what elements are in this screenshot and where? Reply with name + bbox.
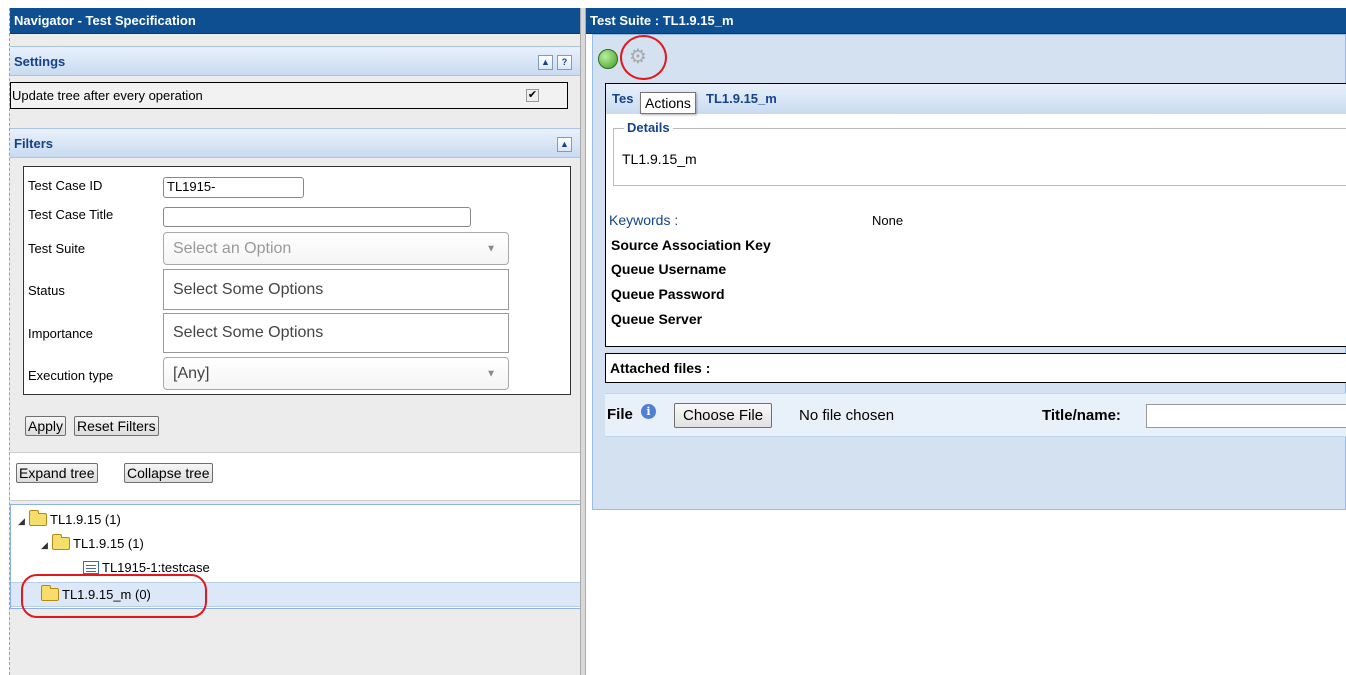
test-suite-value: Select an Option — [173, 240, 292, 257]
folder-icon — [52, 534, 70, 550]
queue-password-label: Queue Password — [611, 286, 725, 302]
settings-header[interactable]: Settings ▲ ? — [10, 46, 581, 76]
suite-header: Tes TL1.9.15_m — [606, 84, 1346, 114]
collapse-tree-button[interactable]: Collapse tree — [124, 463, 213, 483]
status-label: Status — [28, 283, 65, 298]
tree-node-label: TL1.9.15 (1) — [50, 512, 121, 527]
execution-type-label: Execution type — [28, 368, 114, 383]
actions-tooltip: Actions — [640, 92, 696, 114]
queue-server-label: Queue Server — [611, 311, 703, 327]
update-tree-checkbox[interactable]: ✔ — [526, 89, 539, 102]
dropdown-arrow-icon: ▼ — [486, 368, 496, 379]
test-case-title-label: Test Case Title — [28, 207, 114, 222]
highlight-annotation — [620, 35, 667, 80]
tree-node-label: TL1.9.15 (1) — [73, 536, 144, 551]
filters-heading: Filters — [14, 136, 54, 151]
tree-node-child-suite[interactable]: ◢ TL1.9.15 (1) — [41, 534, 144, 554]
test-suite-select[interactable]: Select an Option ▼ — [163, 232, 509, 265]
navigator-title: Navigator - Test Specification — [10, 8, 580, 34]
update-tree-label: Update tree after every operation — [12, 88, 203, 103]
execution-type-value: [Any] — [173, 365, 210, 382]
testcase-icon — [83, 561, 99, 574]
expanded-arrow-icon[interactable]: ◢ — [41, 536, 52, 554]
collapse-up-icon[interactable]: ▲ — [557, 137, 572, 152]
execution-type-select[interactable]: [Any] ▼ — [163, 357, 509, 390]
test-case-title-input[interactable] — [163, 207, 471, 227]
settings-heading: Settings — [14, 54, 66, 69]
help-icon[interactable]: ? — [557, 55, 572, 70]
source-association-key-label: Source Association Key — [611, 237, 771, 253]
suite-content: ⚙ Tes TL1.9.15_m Details TL1.9.15_m Keyw… — [592, 34, 1346, 510]
suite-title: Test Suite : TL1.9.15_m — [586, 8, 1346, 34]
importance-label: Importance — [28, 326, 94, 341]
suite-header-prefix: Tes — [612, 91, 634, 106]
queue-username-label: Queue Username — [611, 261, 727, 277]
title-name-input[interactable] — [1146, 404, 1346, 428]
title-name-label: Title/name: — [1042, 407, 1121, 424]
suite-header-name: TL1.9.15_m — [706, 91, 777, 106]
test-case-id-input[interactable]: TL1915- — [163, 177, 304, 198]
status-select[interactable]: Select Some Options — [163, 269, 509, 310]
test-suite-label: Test Suite — [28, 241, 86, 256]
keywords-label: Keywords : — [609, 212, 679, 228]
reset-filters-button[interactable]: Reset Filters — [74, 416, 159, 436]
details-fieldset: Details TL1.9.15_m — [613, 120, 1346, 186]
apply-button[interactable]: Apply — [25, 416, 67, 436]
export-icon[interactable] — [598, 49, 618, 69]
expand-tree-button[interactable]: Expand tree — [16, 463, 98, 483]
tree-actions-row: Expand tree Collapse tree — [10, 452, 581, 501]
expanded-arrow-icon[interactable]: ◢ — [18, 512, 29, 530]
highlight-annotation — [21, 574, 207, 618]
keywords-value: None — [872, 213, 904, 228]
filters-form: Test Case ID TL1915- Test Case Title Tes… — [23, 166, 571, 395]
tree-node-root[interactable]: ◢ TL1.9.15 (1) — [18, 510, 121, 530]
filters-header[interactable]: Filters ▲ — [10, 128, 581, 158]
dropdown-arrow-icon: ▼ — [486, 243, 496, 254]
suite-detail-box: Tes TL1.9.15_m Details TL1.9.15_m Keywor… — [605, 83, 1346, 347]
details-value: TL1.9.15_m — [622, 151, 697, 167]
info-icon[interactable]: i — [641, 404, 656, 419]
test-case-id-label: Test Case ID — [28, 178, 103, 193]
no-file-text: No file chosen — [799, 407, 895, 424]
upload-row: File i Choose File No file chosen Title/… — [605, 393, 1346, 437]
folder-icon — [29, 510, 47, 526]
importance-select[interactable]: Select Some Options — [163, 313, 509, 353]
file-label: File — [607, 406, 633, 423]
settings-row: Update tree after every operation ✔ — [10, 82, 568, 109]
details-legend: Details — [624, 120, 673, 135]
attached-files-header: Attached files : — [605, 353, 1346, 383]
collapse-up-icon[interactable]: ▲ — [538, 55, 553, 70]
workspace-panel: Test Suite : TL1.9.15_m ⚙ Tes TL1.9.15_m… — [586, 8, 1346, 675]
tree-node-label: TL1915-1:testcase — [102, 560, 210, 575]
choose-file-button[interactable]: Choose File — [674, 403, 773, 428]
